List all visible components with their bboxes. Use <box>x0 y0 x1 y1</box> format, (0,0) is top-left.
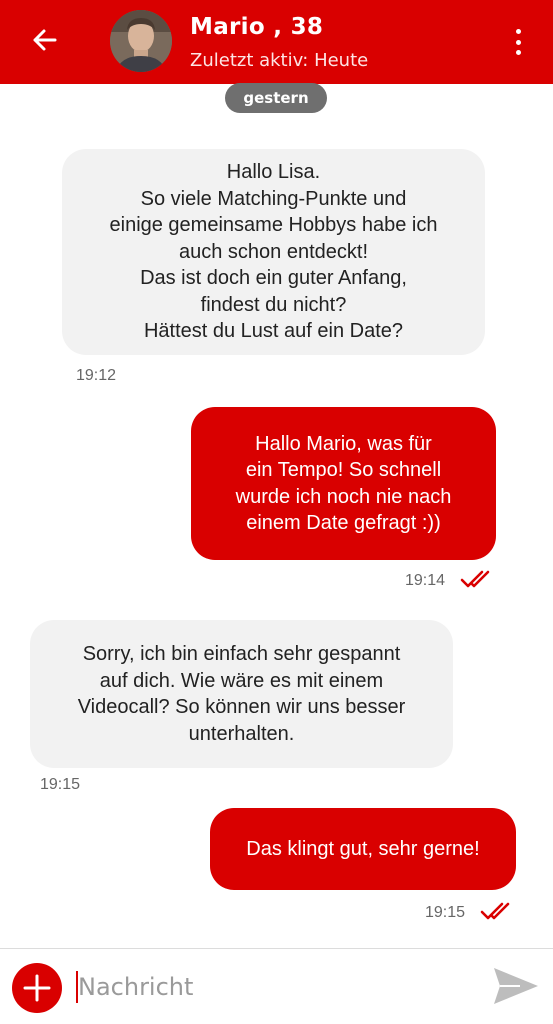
outgoing-message-bubble[interactable]: Das klingt gut, sehr gerne! <box>210 808 516 890</box>
message-composer <box>0 948 553 1024</box>
send-icon <box>494 968 538 1004</box>
more-options-button[interactable] <box>504 26 532 58</box>
profile-photo <box>110 10 172 72</box>
message-text: Hallo Mario, was für ein Tempo! So schne… <box>235 432 452 535</box>
kebab-menu-icon-dot <box>515 50 521 55</box>
kebab-menu-icon-dot <box>515 39 521 45</box>
message-time: 19:15 <box>40 776 81 793</box>
incoming-message-bubble[interactable]: Sorry, ich bin einfach sehr gespannt auf… <box>30 620 453 768</box>
arrow-left-icon <box>33 29 57 51</box>
text-cursor <box>76 971 78 1003</box>
back-button[interactable] <box>26 22 62 58</box>
double-check-icon <box>480 902 510 920</box>
message-text: Sorry, ich bin einfach sehr gespannt auf… <box>77 643 406 745</box>
contact-name[interactable]: Mario , 38 <box>190 14 323 40</box>
last-active-status: Zuletzt aktiv: Heute <box>190 50 369 71</box>
double-check-icon <box>460 570 490 588</box>
message-time: 19:14 <box>405 572 446 589</box>
incoming-message-bubble[interactable]: Hallo Lisa. So viele Matching-Punkte und… <box>62 149 485 355</box>
message-time: 19:15 <box>425 904 466 921</box>
message-text: Das klingt gut, sehr gerne! <box>246 837 480 860</box>
send-button[interactable] <box>492 966 540 1006</box>
message-time: 19:12 <box>76 367 117 384</box>
day-separator: gestern <box>225 83 327 113</box>
message-input[interactable] <box>76 967 476 1007</box>
add-attachment-button[interactable] <box>12 963 62 1013</box>
plus-icon <box>23 974 51 1002</box>
chat-header: Mario , 38 Zuletzt aktiv: Heute <box>0 0 553 84</box>
message-text: Hallo Lisa. So viele Matching-Punkte und… <box>109 161 438 343</box>
kebab-menu-icon <box>515 29 521 34</box>
avatar[interactable] <box>110 10 172 72</box>
outgoing-message-bubble[interactable]: Hallo Mario, was für ein Tempo! So schne… <box>191 407 496 560</box>
